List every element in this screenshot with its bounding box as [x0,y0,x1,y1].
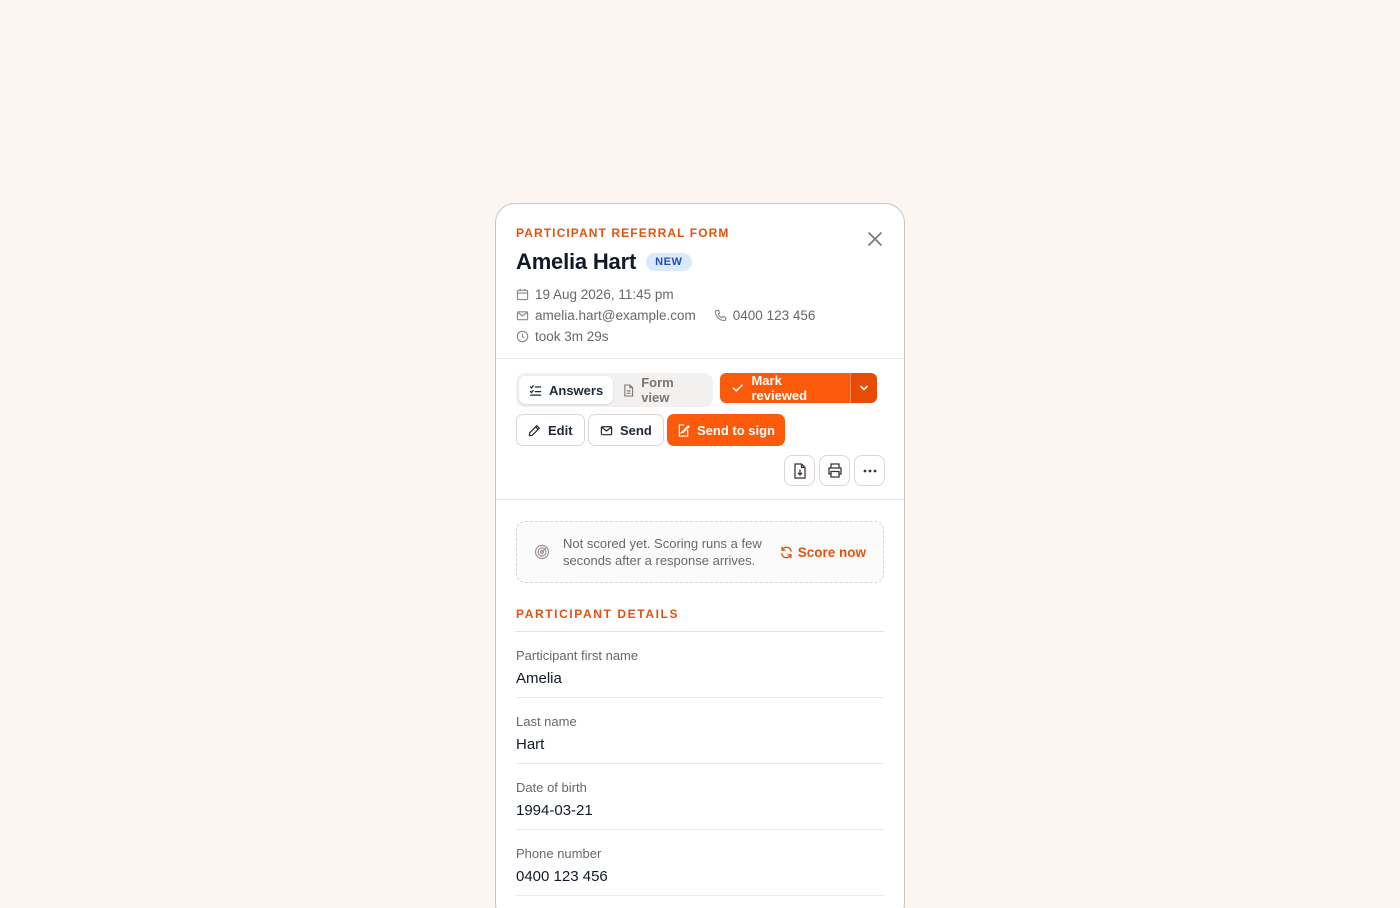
mail-icon [516,311,529,321]
sign-document-icon [678,423,690,437]
action-bar: Answers Form view Mark reviewed Edit Sen… [496,359,904,500]
question-label: Participant first name [516,648,639,663]
download-button[interactable] [784,455,815,486]
participant-name: Amelia Hart [516,249,637,274]
response-meta: 19 Aug 2026, 11:45 pm amelia.hart@exampl… [516,284,884,347]
scoring-notice-text: Not scored yet. Scoring runs a few secon… [563,536,762,568]
question-label: Date of birth [516,780,587,795]
participant-email: amelia.hart@example.com [535,308,696,323]
response-panel: PARTICIPANT REFERRAL FORM Amelia Hart NE… [495,203,905,908]
answer-value: 1994-03-21 [516,802,593,819]
question-label: Last name [516,714,577,729]
radar-icon [534,544,550,560]
checklist-icon [529,384,542,396]
participant-phone: 0400 123 456 [732,308,816,323]
mail-icon [600,425,613,435]
more-icon [863,469,876,472]
edit-button[interactable]: Edit [516,414,585,446]
edit-label: Edit [548,422,573,438]
send-label: Send [620,422,652,438]
answer-value: Hart [516,736,545,753]
close-icon [868,232,882,246]
answer-row: Participant first name Amelia [516,632,884,698]
panel-header: PARTICIPANT REFERRAL FORM Amelia Hart NE… [496,204,904,359]
tab-form-view-label: Form view [641,375,674,405]
answer-value: Amelia [516,670,562,687]
check-icon [732,384,743,392]
send-to-sign-label: Send to sign [697,422,775,438]
mark-reviewed-button[interactable]: Mark reviewed [720,373,850,403]
section-title: PARTICIPANT DETAILS [516,607,884,632]
completion-time: took 3m 29s [535,329,609,344]
chevron-down-icon [860,385,868,391]
document-icon [624,383,634,397]
tab-form-view[interactable]: Form view [613,375,710,405]
clock-icon [516,330,529,343]
send-to-sign-button[interactable]: Send to sign [667,414,785,446]
mark-reviewed-menu-button[interactable] [850,373,877,403]
more-options-button[interactable] [854,455,885,486]
answer-row: Date of birth 1994-03-21 [516,764,884,830]
download-icon [793,462,806,479]
name-row: Amelia Hart NEW [516,249,884,275]
scoring-notice: Not scored yet. Scoring runs a few secon… [516,521,884,583]
close-button[interactable] [864,228,886,250]
send-button[interactable]: Send [588,414,664,446]
answer-row: Phone number 0400 123 456 [516,830,884,896]
mark-reviewed-label: Mark reviewed [751,373,808,403]
view-toggle: Answers Form view [516,373,713,407]
phone-icon [714,309,726,322]
question-label: Phone number [516,846,602,861]
submitted-date: 19 Aug 2026, 11:45 pm [535,287,674,302]
tab-answers[interactable]: Answers [519,376,614,404]
print-icon [827,463,842,478]
refresh-icon [780,546,792,558]
form-type-label: PARTICIPANT REFERRAL FORM [516,226,730,240]
calendar-icon [516,288,529,301]
score-now-label: Score now [797,544,866,560]
tab-answers-label: Answers [549,382,604,398]
answer-value: 0400 123 456 [516,868,608,885]
answer-row: Last name Hart [516,698,884,764]
answers-body: Not scored yet. Scoring runs a few secon… [496,500,904,896]
mark-reviewed-split-button: Mark reviewed [720,373,877,403]
status-badge: NEW [646,253,692,271]
print-button[interactable] [819,455,850,486]
pencil-icon [528,424,540,436]
score-now-button[interactable]: Score now [780,545,866,560]
